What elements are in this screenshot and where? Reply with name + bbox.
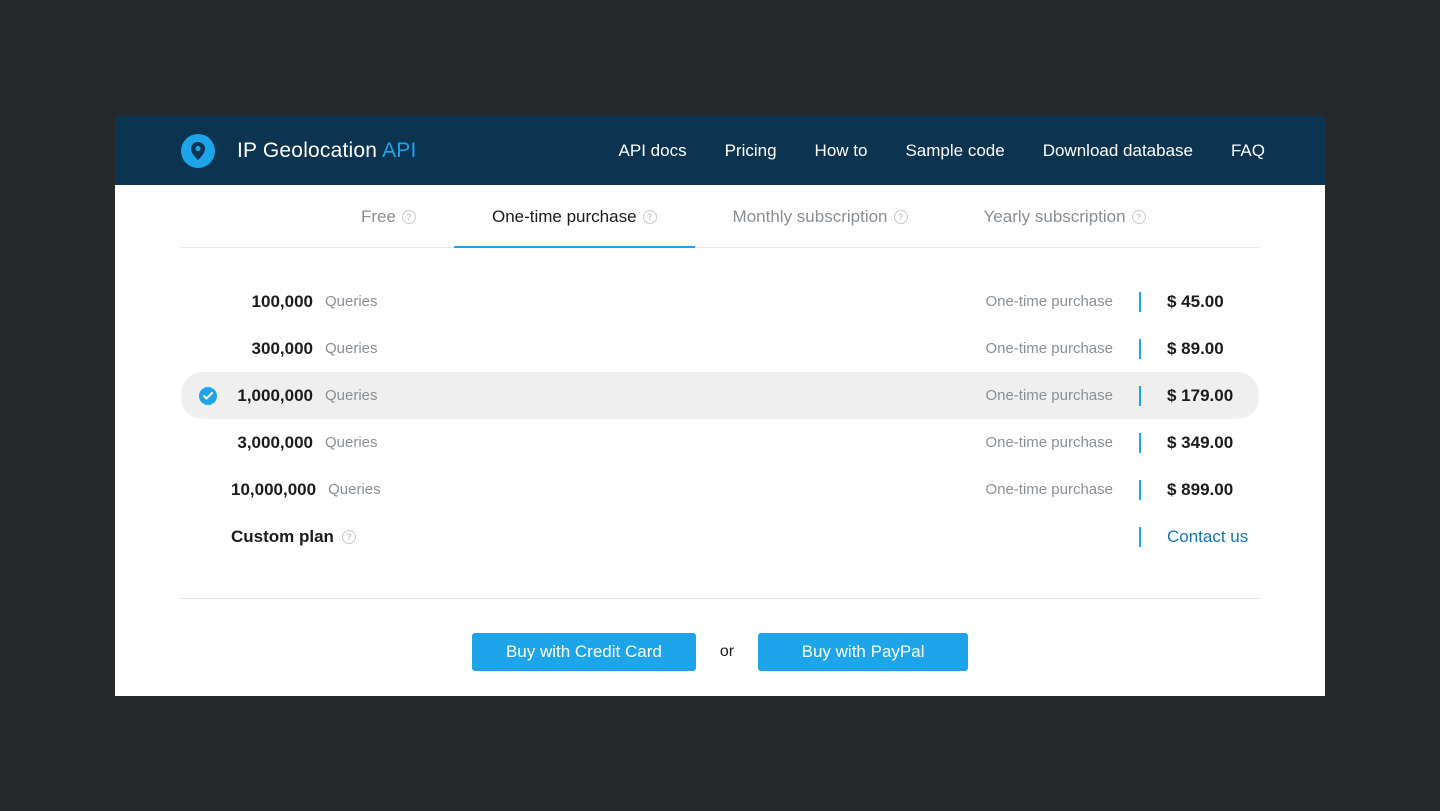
nav-sample-code[interactable]: Sample code [905,141,1004,161]
nav-api-docs[interactable]: API docs [619,141,687,161]
pricing-rows: 100,000 Queries One-time purchase $ 45.0… [115,248,1325,560]
help-icon[interactable]: ? [402,210,416,224]
queries-label: Queries [325,387,378,404]
help-icon[interactable]: ? [1132,210,1146,224]
site-header: IP Geolocation API API docs Pricing How … [115,116,1325,185]
pricing-tabs-container: Free ? One-time purchase ? Monthly subsc… [115,185,1325,248]
select-indicator [199,293,217,311]
brand-name: IP Geolocation [237,139,377,162]
tab-label: Free [361,207,396,227]
queries-label: Queries [328,481,381,498]
plan-price: $ 45.00 [1167,292,1259,312]
purchase-type: One-time purchase [985,481,1113,498]
purchase-type: One-time purchase [985,293,1113,310]
price-divider [1139,433,1141,453]
plan-quantity: 1,000,000 [231,386,313,406]
plan-row[interactable]: 100,000 Queries One-time purchase $ 45.0… [181,278,1259,325]
plan-quantity: 100,000 [231,292,313,312]
tab-label: One-time purchase [492,207,637,227]
tab-label: Yearly subscription [984,207,1126,227]
primary-nav: API docs Pricing How to Sample code Down… [619,141,1265,161]
tab-monthly-subscription[interactable]: Monthly subscription ? [695,185,946,247]
pricing-page: IP Geolocation API API docs Pricing How … [115,116,1325,696]
location-pin-icon [181,134,215,168]
plan-row[interactable]: 3,000,000 Queries One-time purchase $ 34… [181,419,1259,466]
plan-price: $ 179.00 [1167,386,1259,406]
help-icon[interactable]: ? [894,210,908,224]
tab-free[interactable]: Free ? [361,185,454,247]
nav-pricing[interactable]: Pricing [725,141,777,161]
purchase-type: One-time purchase [985,387,1113,404]
price-divider [1139,480,1141,500]
select-indicator [199,340,217,358]
plan-quantity: 10,000,000 [231,480,316,500]
tab-yearly-subscription[interactable]: Yearly subscription ? [946,185,1184,247]
plan-row-custom[interactable]: Custom plan ? Contact us [181,513,1259,560]
queries-label: Queries [325,293,378,310]
plan-price: $ 89.00 [1167,339,1259,359]
pricing-tabs: Free ? One-time purchase ? Monthly subsc… [181,185,1259,248]
plan-row[interactable]: 300,000 Queries One-time purchase $ 89.0… [181,325,1259,372]
brand-accent: API [382,139,416,162]
help-icon[interactable]: ? [643,210,657,224]
brand-title: IP Geolocation API [237,139,417,163]
price-divider [1139,527,1141,547]
queries-label: Queries [325,340,378,357]
nav-how-to[interactable]: How to [815,141,868,161]
nav-faq[interactable]: FAQ [1231,141,1265,161]
plan-quantity: 3,000,000 [231,433,313,453]
price-divider [1139,386,1141,406]
nav-download-database[interactable]: Download database [1043,141,1193,161]
checkout-actions: Buy with Credit Card or Buy with PayPal [115,599,1325,671]
price-divider [1139,339,1141,359]
plan-row[interactable]: 10,000,000 Queries One-time purchase $ 8… [181,466,1259,513]
plan-quantity: 300,000 [231,339,313,359]
buy-credit-card-button[interactable]: Buy with Credit Card [472,633,696,671]
purchase-type: One-time purchase [985,434,1113,451]
help-icon[interactable]: ? [342,530,356,544]
contact-us-link[interactable]: Contact us [1167,527,1259,547]
select-indicator [199,481,217,499]
tab-one-time-purchase[interactable]: One-time purchase ? [454,185,695,247]
select-indicator [199,434,217,452]
plan-row[interactable]: 1,000,000 Queries One-time purchase $ 17… [181,372,1259,419]
plan-price: $ 899.00 [1167,480,1259,500]
brand[interactable]: IP Geolocation API [181,134,417,168]
tab-label: Monthly subscription [733,207,888,227]
custom-plan-label: Custom plan [231,527,334,547]
plan-price: $ 349.00 [1167,433,1259,453]
select-indicator-checked [199,387,217,405]
queries-label: Queries [325,434,378,451]
or-separator: or [720,643,734,661]
purchase-type: One-time purchase [985,340,1113,357]
price-divider [1139,292,1141,312]
buy-paypal-button[interactable]: Buy with PayPal [758,633,968,671]
